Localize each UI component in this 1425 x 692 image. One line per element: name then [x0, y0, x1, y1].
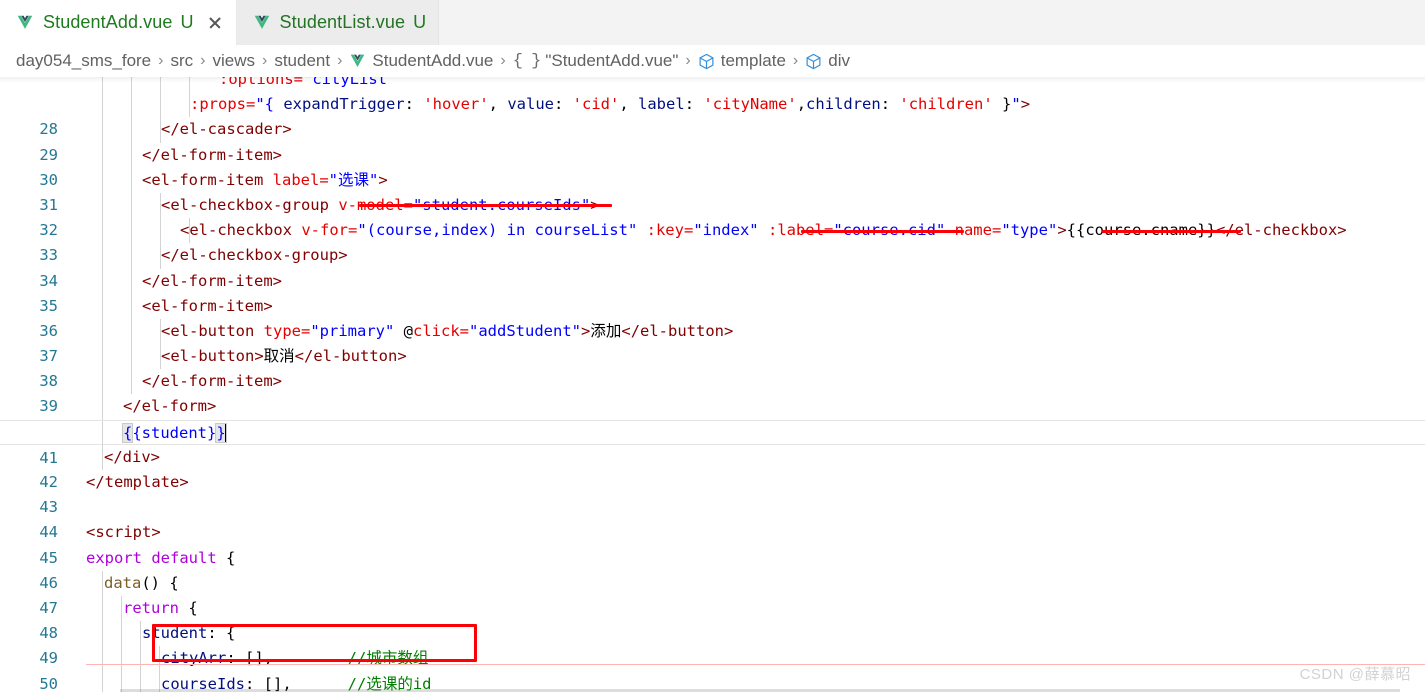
breadcrumb-item-file[interactable]: StudentAdd.vue — [349, 51, 493, 71]
code-line[interactable]: 48 return { — [0, 595, 1425, 642]
breadcrumb-separator: › — [261, 52, 268, 69]
line-code: </template> — [86, 473, 189, 491]
code-line[interactable]: 34 </el-checkbox-group> — [0, 243, 1425, 290]
line-code: return { — [123, 598, 198, 617]
code-line[interactable]: 39 </el-form-item> — [0, 369, 1425, 415]
line-code: export default { — [86, 548, 236, 567]
breadcrumb-item-div[interactable]: div — [805, 51, 850, 71]
breadcrumb-item-template[interactable]: template — [698, 51, 786, 71]
breadcrumb-separator: › — [792, 52, 799, 69]
line-code: </el-form-item> — [142, 271, 282, 290]
line-code: <el-button>取消</el-button> — [161, 347, 407, 366]
vue-file-icon — [349, 54, 366, 69]
breadcrumb-label: StudentAdd.vue — [372, 51, 494, 70]
line-code: </div> — [104, 447, 160, 466]
breadcrumb-label: div — [828, 51, 850, 70]
tab-unsaved-badge: U — [413, 12, 427, 32]
breadcrumb-label: src — [170, 51, 194, 70]
line-code: <el-form-item label="选课"> — [142, 170, 388, 189]
breadcrumb-label: day054_sms_fore — [16, 51, 152, 70]
diff-marker-line — [86, 664, 1425, 665]
symbol-cube-icon — [698, 53, 715, 70]
line-code: :props="{ expandTrigger: 'hover', value:… — [190, 95, 1031, 114]
code-lines-container: 27 :options="cityList 28 :props="{ expan… — [0, 77, 1425, 692]
breadcrumb-label: "StudentAdd.vue" — [545, 51, 679, 70]
symbol-cube-icon — [805, 53, 822, 70]
code-line[interactable]: 37 <el-button type="primary" @click="add… — [0, 318, 1425, 365]
code-line[interactable]: 29 </el-cascader> — [0, 117, 1425, 164]
code-line[interactable]: 38 <el-button>取消</el-button> — [0, 344, 1425, 390]
line-code: </el-form-item> — [142, 145, 282, 164]
breadcrumb-item-src[interactable]: src — [170, 51, 193, 71]
line-code: <el-form-item> — [142, 296, 273, 315]
code-editor[interactable]: 27 :options="cityList 28 :props="{ expan… — [0, 77, 1425, 692]
code-line[interactable]: 27 :options="cityList — [0, 77, 1425, 93]
editor-tab-bar: StudentAdd.vue U StudentList.vue U — [0, 0, 1425, 46]
code-line[interactable]: 31 <el-form-item label="选课"> — [0, 167, 1425, 214]
breadcrumb-separator: › — [500, 52, 506, 69]
line-code: :options="cityList — [219, 77, 387, 88]
code-line[interactable]: 36 <el-form-item> — [0, 293, 1425, 340]
breadcrumb-label: template — [720, 51, 786, 70]
code-line[interactable]: 46 export default { — [0, 546, 1425, 592]
annotation-box-course-ids — [152, 624, 477, 662]
line-code: <script> — [86, 523, 161, 542]
breadcrumb-label: views — [212, 51, 255, 70]
breadcrumb-separator: › — [685, 52, 691, 69]
breadcrumb-separator: › — [337, 52, 343, 69]
line-code: </el-form-item> — [142, 372, 282, 391]
breadcrumb-separator: › — [158, 52, 164, 69]
annotation-underline-label-course-cid — [801, 230, 964, 233]
line-code: {{student}} — [121, 422, 227, 443]
annotation-underline-v-model — [359, 204, 612, 207]
breadcrumb: day054_sms_fore › src › views › student … — [0, 45, 1425, 77]
tab-unsaved-badge: U — [180, 12, 194, 32]
code-line[interactable]: 45 <script> — [0, 520, 1425, 566]
tab-label: StudentList.vue — [279, 12, 406, 32]
text-cursor — [224, 422, 227, 442]
code-line[interactable]: 44 — [0, 495, 1425, 541]
vscode-window: StudentAdd.vue U StudentList.vue U day05… — [0, 0, 1425, 692]
breadcrumb-item-student[interactable]: student — [274, 51, 330, 71]
code-line[interactable]: 43 </template> — [0, 470, 1425, 516]
tab-studentadd-vue[interactable]: StudentAdd.vue U — [0, 0, 237, 45]
tab-studentlist-vue[interactable]: StudentList.vue U — [236, 0, 440, 45]
line-code: <el-button type="primary" @click="addStu… — [161, 321, 734, 340]
close-icon[interactable] — [206, 14, 224, 32]
vue-file-icon — [253, 15, 271, 31]
code-line[interactable]: 30 </el-form-item> — [0, 142, 1425, 189]
code-line-current[interactable]: 41 {{student}} — [0, 419, 1425, 467]
breadcrumb-item-module[interactable]: { } "StudentAdd.vue" — [513, 51, 679, 71]
line-code: data() { — [104, 573, 179, 592]
breadcrumb-item-project[interactable]: day054_sms_fore — [16, 51, 151, 71]
braces-icon: { } — [512, 51, 542, 71]
line-code: </el-form> — [123, 397, 217, 416]
vue-file-icon — [16, 15, 34, 31]
code-line[interactable]: 47 data() { — [0, 570, 1425, 617]
breadcrumb-separator: › — [200, 52, 206, 69]
line-code: </el-checkbox-group> — [161, 246, 348, 265]
code-line[interactable]: 35 </el-form-item> — [0, 268, 1425, 315]
breadcrumb-label: student — [274, 51, 331, 70]
code-line[interactable]: 42 </div> — [0, 444, 1425, 491]
annotation-underline-course-cname — [1102, 230, 1241, 233]
line-code: </el-cascader> — [161, 120, 292, 139]
code-line[interactable]: 28 :props="{ expandTrigger: 'hover', val… — [0, 92, 1425, 138]
breadcrumb-item-views[interactable]: views — [212, 51, 255, 71]
tab-label: StudentAdd.vue — [43, 12, 173, 32]
code-line[interactable]: 32 <el-checkbox-group v-model="student.c… — [0, 192, 1425, 239]
code-line[interactable]: 40 </el-form> — [0, 394, 1425, 441]
